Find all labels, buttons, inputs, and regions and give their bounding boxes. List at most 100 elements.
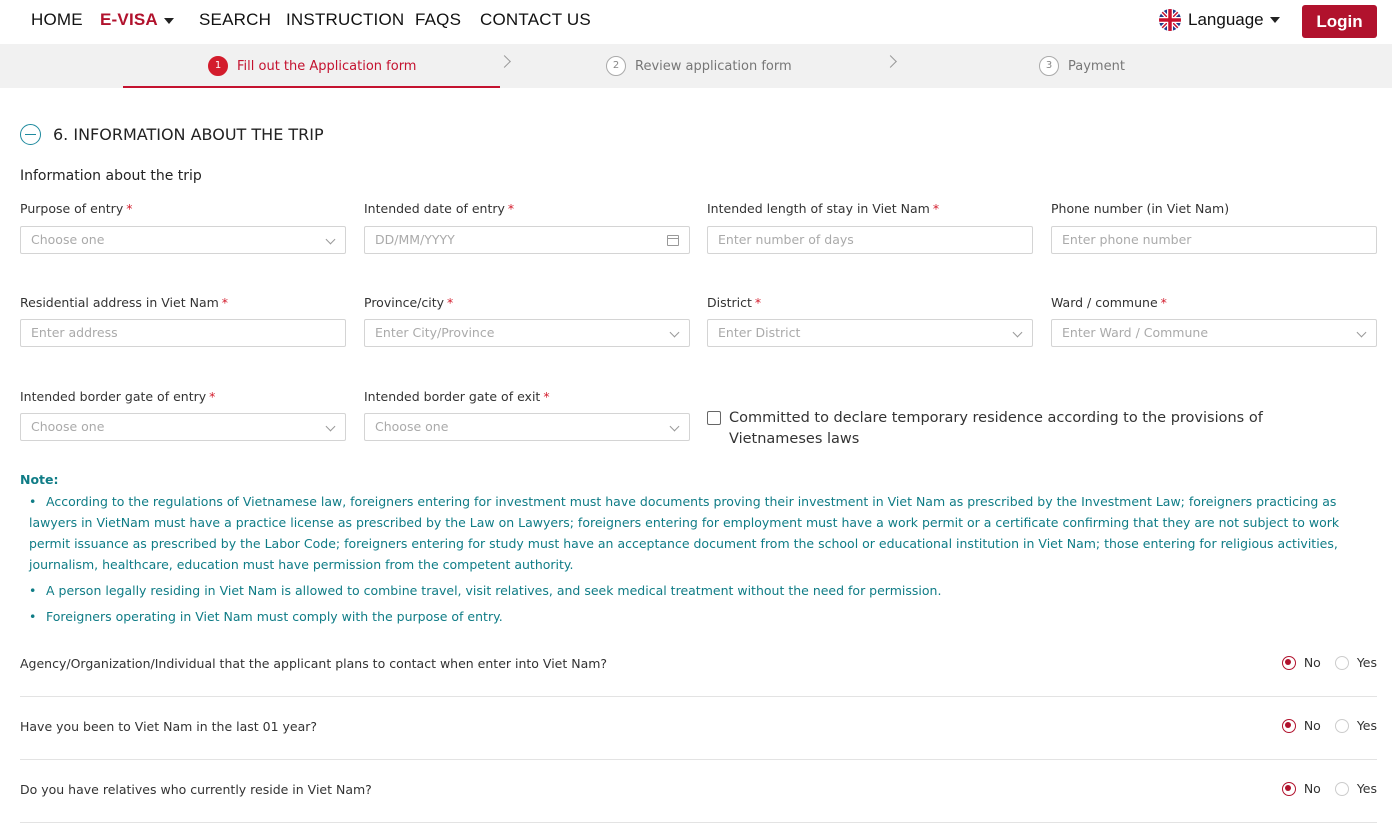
step-fill-form[interactable]: 1 Fill out the Application form [208, 56, 416, 76]
language-label: Language [1188, 10, 1264, 29]
radio-no[interactable]: No [1281, 781, 1321, 796]
radio-yes[interactable]: Yes [1334, 718, 1377, 733]
nav-search[interactable]: SEARCH [199, 10, 271, 30]
step-label: Review application form [635, 58, 792, 74]
gate-exit-select[interactable]: Choose one [364, 413, 690, 441]
note-item-text: Foreigners operating in Viet Nam must co… [46, 609, 503, 624]
question-row: Have you been to Viet Nam in the last 01… [20, 697, 1377, 760]
radio-yes[interactable]: Yes [1334, 655, 1377, 670]
radio-unselected-icon[interactable] [1334, 718, 1349, 733]
gate-entry-select[interactable]: Choose one [20, 413, 346, 441]
note-item: According to the regulations of Vietname… [20, 491, 1372, 575]
nav-contact-us[interactable]: CONTACT US [480, 10, 591, 30]
language-selector[interactable]: Language [1159, 9, 1280, 31]
question-row: Do you have relatives who currently resi… [20, 760, 1377, 823]
step-label: Payment [1068, 58, 1125, 74]
required-mark: * [754, 295, 762, 310]
required-mark: * [126, 201, 133, 216]
radio-selected-icon[interactable] [1281, 655, 1296, 670]
radio-no-label: No [1303, 655, 1321, 670]
step-number: 1 [208, 56, 228, 76]
phone-label: Phone number (in Viet Nam) [1051, 201, 1230, 216]
step-review[interactable]: 2 Review application form [606, 56, 792, 76]
question-row: Agency/Organization/Individual that the … [20, 634, 1377, 697]
required-mark: * [507, 201, 515, 216]
district-placeholder: Enter District [718, 325, 801, 340]
phone-input[interactable]: Enter phone number [1051, 226, 1377, 254]
entry-date-label-text: Intended date of entry [364, 201, 505, 216]
radio-yes-label: Yes [1356, 718, 1377, 733]
required-mark: * [932, 201, 940, 216]
commit-checkbox-label: Committed to declare temporary residence… [729, 410, 1263, 447]
uk-flag-icon [1159, 9, 1181, 31]
note-item: Foreigners operating in Viet Nam must co… [20, 606, 1372, 627]
radio-unselected-icon[interactable] [1334, 655, 1349, 670]
chevron-down-icon [1356, 327, 1367, 338]
yes-no-radio-group: No Yes [1268, 655, 1377, 670]
commit-checkbox-row[interactable]: Committed to declare temporary residence… [707, 408, 1357, 450]
nav-instruction[interactable]: INSTRUCTION [286, 10, 404, 30]
radio-selected-icon[interactable] [1281, 718, 1296, 733]
nav-evisa-label: E-VISA [100, 10, 158, 29]
radio-selected-icon[interactable] [1281, 781, 1296, 796]
radio-yes[interactable]: Yes [1334, 781, 1377, 796]
district-label: District * [707, 295, 761, 310]
calendar-icon[interactable] [667, 235, 679, 246]
question-text: Do you have relatives who currently resi… [20, 782, 372, 797]
gate-entry-label: Intended border gate of entry * [20, 389, 215, 404]
step-number: 3 [1039, 56, 1059, 76]
radio-no-label: No [1303, 781, 1321, 796]
ward-placeholder: Enter Ward / Commune [1062, 325, 1209, 340]
nav-faqs[interactable]: FAQS [415, 10, 461, 30]
top-navbar: HOME E-VISA SEARCH INSTRUCTION FAQS CONT… [0, 0, 1392, 44]
province-select[interactable]: Enter City/Province [364, 319, 690, 347]
note-title: Note: [20, 472, 59, 487]
required-mark: * [543, 389, 550, 404]
radio-no[interactable]: No [1281, 718, 1321, 733]
chevron-down-icon [669, 327, 680, 338]
radio-no[interactable]: No [1281, 655, 1321, 670]
note-item: A person legally residing in Viet Nam is… [20, 580, 1372, 601]
length-stay-input[interactable]: Enter number of days [707, 226, 1033, 254]
step-label: Fill out the Application form [237, 58, 417, 74]
purpose-placeholder: Choose one [31, 232, 105, 247]
step-number: 2 [606, 56, 626, 76]
nav-home[interactable]: HOME [31, 10, 83, 30]
ward-label: Ward / commune * [1051, 295, 1167, 310]
gate-entry-label-text: Intended border gate of entry [20, 389, 207, 404]
commit-checkbox[interactable] [707, 411, 721, 425]
chevron-right-icon [498, 55, 511, 68]
gate-exit-label: Intended border gate of exit * [364, 389, 550, 404]
length-stay-label: Intended length of stay in Viet Nam * [707, 201, 939, 216]
entry-date-input[interactable]: DD/MM/YYYY [364, 226, 690, 254]
section-subtitle: Information about the trip [20, 168, 202, 184]
ward-select[interactable]: Enter Ward / Commune [1051, 319, 1377, 347]
note-box: Note: According to the regulations of Vi… [20, 472, 1372, 632]
chevron-right-icon [884, 55, 897, 68]
caret-down-icon [163, 17, 174, 24]
purpose-select[interactable]: Choose one [20, 226, 346, 254]
entry-date-label: Intended date of entry * [364, 201, 514, 216]
collapse-minus-icon[interactable] [20, 124, 41, 145]
active-step-underline [123, 86, 500, 88]
radio-unselected-icon[interactable] [1334, 781, 1349, 796]
progress-steps: 1 Fill out the Application form 2 Review… [0, 44, 1392, 88]
purpose-label: Purpose of entry * [20, 201, 132, 216]
required-mark: * [209, 389, 216, 404]
question-text: Agency/Organization/Individual that the … [20, 656, 608, 671]
chevron-down-icon [1012, 327, 1023, 338]
district-label-text: District [707, 295, 752, 310]
address-input[interactable]: Enter address [20, 319, 346, 347]
required-mark: * [1160, 295, 1167, 310]
section-header[interactable]: 6. INFORMATION ABOUT THE TRIP [20, 124, 324, 145]
required-mark: * [221, 295, 229, 310]
login-button[interactable]: Login [1302, 5, 1377, 38]
caret-down-icon [1269, 17, 1280, 23]
ward-label-text: Ward / commune [1051, 295, 1158, 310]
district-select[interactable]: Enter District [707, 319, 1033, 347]
question-text: Have you been to Viet Nam in the last 01… [20, 719, 318, 734]
gate-exit-placeholder: Choose one [375, 419, 449, 434]
phone-placeholder: Enter phone number [1062, 232, 1192, 247]
step-payment[interactable]: 3 Payment [1039, 56, 1125, 76]
nav-evisa[interactable]: E-VISA [100, 10, 174, 30]
